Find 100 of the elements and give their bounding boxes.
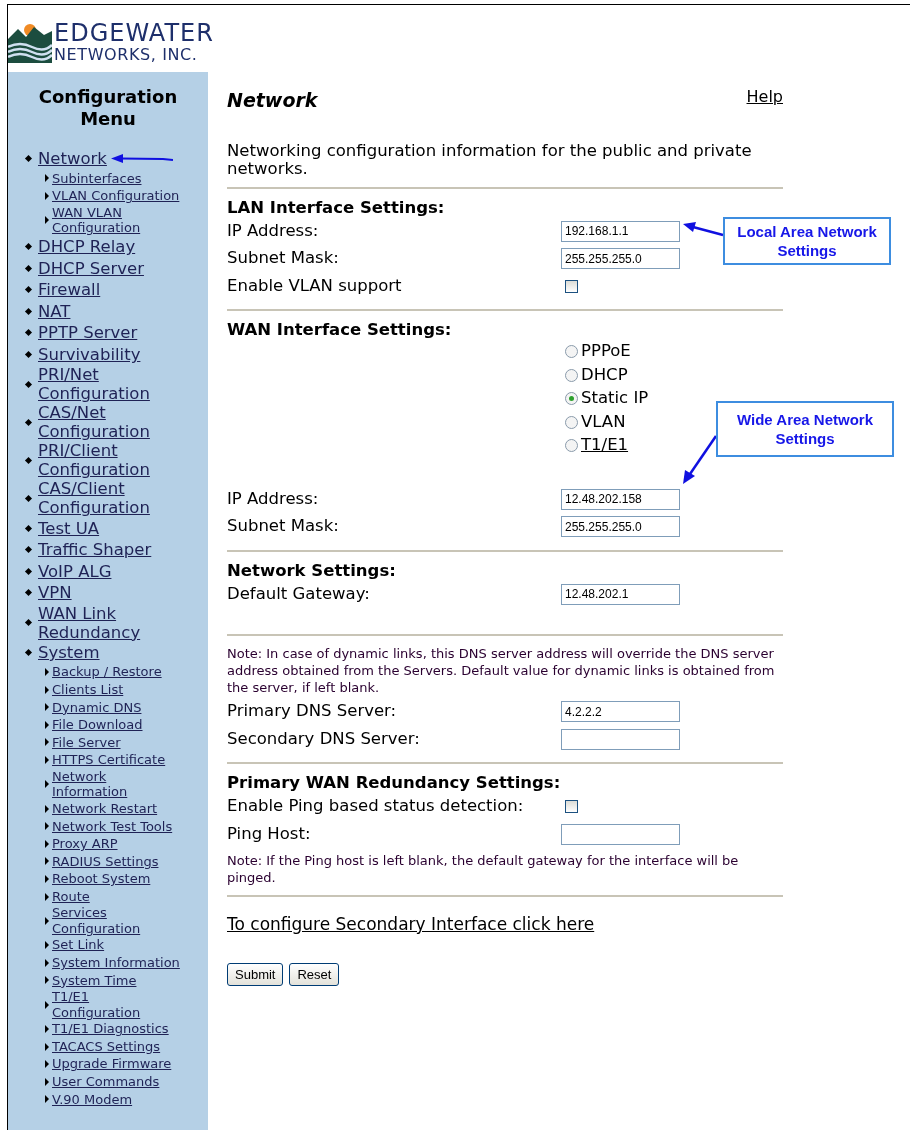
bullet-icon <box>45 1025 49 1033</box>
submenu-link[interactable]: T1/E1 Configuration <box>52 989 181 1021</box>
radio-button[interactable] <box>565 415 578 429</box>
input-field[interactable]: 12.48.202.1 <box>561 583 680 605</box>
menu-link[interactable]: NAT <box>38 301 71 321</box>
option-label: VLAN <box>581 410 626 433</box>
logo-text: EDGEWATER <box>54 20 214 45</box>
menu-link[interactable]: System <box>38 643 100 662</box>
bullet-icon <box>45 875 49 884</box>
secondary-interface-link[interactable]: To configure Secondary Interface click here <box>227 912 595 938</box>
submenu-link[interactable]: System Information <box>52 955 180 971</box>
input-field[interactable]: 12.48.202.158 <box>561 488 680 510</box>
bullet-icon <box>45 780 49 789</box>
bullet-icon <box>45 685 49 694</box>
submenu-link[interactable]: Upgrade Firmware <box>52 1056 172 1072</box>
bullet-icon <box>24 351 33 359</box>
menu-link[interactable]: Survivability <box>38 345 141 365</box>
menu-link[interactable]: Test UA <box>38 518 100 538</box>
submenu-link[interactable]: Backup / Restore <box>52 664 162 680</box>
field-label: IP Address: <box>227 219 320 242</box>
bullet-icon <box>24 329 33 337</box>
submenu-link[interactable]: WAN VLAN Configuration <box>52 204 181 236</box>
submenu-link[interactable]: Subinterfaces <box>52 170 142 187</box>
bullet-icon <box>45 668 49 677</box>
menu-link[interactable]: Firewall <box>38 280 101 300</box>
submenu-link[interactable]: VLAN Configuration <box>52 188 180 204</box>
input-field[interactable] <box>561 728 680 750</box>
bullet-icon <box>45 738 49 747</box>
bullet-icon <box>24 589 33 597</box>
callout-box: Local Area Network Settings <box>723 216 891 265</box>
submenu-link[interactable]: File Server <box>52 734 121 751</box>
option-label: PPPoE <box>581 340 631 363</box>
bullet-icon <box>24 567 33 575</box>
page-title: Network <box>227 88 318 113</box>
field-label: Default Gateway: <box>227 582 371 605</box>
menu-link[interactable]: Traffic Shaper <box>38 540 152 560</box>
menu-link[interactable]: CAS/Client Configuration <box>38 479 166 518</box>
submenu-link[interactable]: Proxy ARP <box>52 836 118 852</box>
section-heading: Network Settings: <box>227 560 397 581</box>
submenu-link[interactable]: System Time <box>52 972 137 989</box>
bullet-icon <box>24 524 33 532</box>
bullet-icon <box>24 380 33 388</box>
checkbox[interactable] <box>565 800 578 814</box>
input-field[interactable]: 4.2.2.2 <box>561 701 680 723</box>
bullet-icon <box>45 958 49 967</box>
form-button[interactable]: Submit <box>227 962 284 986</box>
bullet-icon <box>24 243 33 251</box>
submenu-link[interactable]: Network Restart <box>52 800 158 817</box>
submenu-link[interactable]: Clients List <box>52 681 124 698</box>
field-label: Primary DNS Server: <box>227 700 398 723</box>
submenu-link[interactable]: Set Link <box>52 937 105 953</box>
field-label: Subnet Mask: <box>227 515 340 538</box>
menu-link[interactable]: CAS/Net Configuration <box>38 403 166 442</box>
menu-link[interactable]: PRI/Client Configuration <box>38 441 166 480</box>
submenu-link[interactable]: HTTPS Certificate <box>52 752 166 768</box>
submenu-link[interactable]: TACACS Settings <box>52 1038 161 1055</box>
submenu-link[interactable]: Dynamic DNS <box>52 699 142 716</box>
form-button[interactable]: Reset <box>289 962 340 986</box>
submenu-link[interactable]: Reboot System <box>52 871 151 887</box>
input-field[interactable] <box>561 823 680 845</box>
submenu-link[interactable]: Network Information <box>52 768 181 800</box>
bullet-icon <box>24 418 33 426</box>
radio-button[interactable] <box>565 368 578 382</box>
intro-text: Networking configuration information for the public and private networks. <box>227 141 753 178</box>
input-field[interactable]: 255.255.255.0 <box>561 516 680 538</box>
checkbox[interactable] <box>565 279 578 293</box>
submenu-link[interactable]: User Commands <box>52 1074 160 1090</box>
menu-link[interactable]: DHCP Relay <box>38 237 136 257</box>
menu-link[interactable]: PPTP Server <box>38 323 138 343</box>
bullet-icon <box>24 155 33 163</box>
note-text: Note: In case of dynamic links, this DNS server address will override the DNS server address obtained from the Servers. Default value for dynamic links is obtained from the server, if left blank. <box>227 645 776 696</box>
option-link[interactable]: T1/E1 <box>581 433 629 459</box>
field-label: Subnet Mask: <box>227 247 340 270</box>
submenu-link[interactable]: Route <box>52 888 90 905</box>
submenu-link[interactable]: Services Configuration <box>52 905 181 937</box>
help-link[interactable]: Help <box>746 85 783 109</box>
bullet-icon <box>24 494 33 502</box>
radio-button[interactable] <box>565 345 578 359</box>
bullet-icon <box>24 286 33 294</box>
submenu-link[interactable]: V.90 Modem <box>52 1091 133 1108</box>
option-label: DHCP <box>581 363 628 386</box>
bullet-icon <box>45 857 49 866</box>
menu-link[interactable]: WAN Link Redundancy <box>38 603 166 642</box>
bullet-icon <box>45 804 49 813</box>
submenu-link[interactable]: File Download <box>52 717 143 733</box>
submenu-link[interactable]: T1/E1 Diagnostics <box>52 1021 169 1037</box>
menu-link[interactable]: PRI/Net Configuration <box>38 365 166 404</box>
input-field[interactable]: 192.168.1.1 <box>561 220 680 242</box>
submenu-link[interactable]: Network Test Tools <box>52 818 173 834</box>
radio-button[interactable] <box>565 439 578 453</box>
input-field[interactable]: 255.255.255.0 <box>561 248 680 270</box>
radio-button[interactable] <box>565 392 578 406</box>
menu-link[interactable]: VPN <box>38 583 72 603</box>
bullet-icon <box>24 619 33 627</box>
note-text: Note: If the Ping host is left blank, the default gateway for the interface will be pinged. <box>227 852 740 886</box>
menu-link[interactable]: VoIP ALG <box>38 561 112 581</box>
submenu-link[interactable]: RADIUS Settings <box>52 853 159 870</box>
bullet-icon <box>45 916 49 925</box>
menu-link[interactable]: Network <box>38 149 107 169</box>
menu-link[interactable]: DHCP Server <box>38 258 144 278</box>
